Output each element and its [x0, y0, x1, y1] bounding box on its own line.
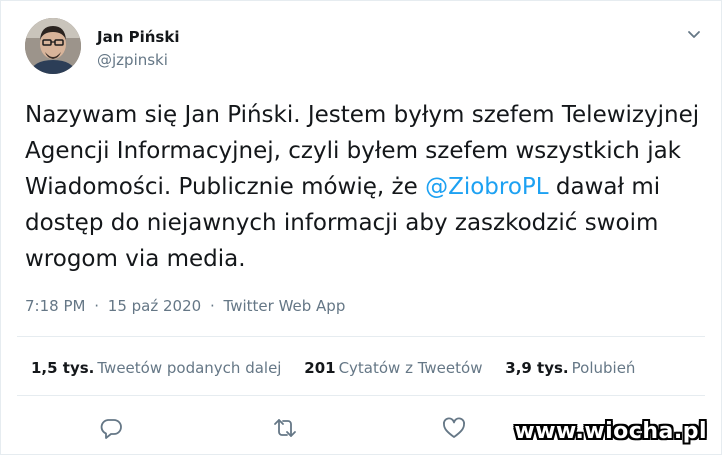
tweet-text: Nazywam się Jan Piński. Jestem byłym sze… — [25, 97, 701, 277]
retweet-icon[interactable] — [272, 415, 298, 441]
meta-separator: · — [94, 297, 100, 315]
retweets-label: Tweetów podanych dalej — [97, 359, 282, 377]
retweets-stat[interactable]: 1,5 tys. Tweetów podanych dalej — [31, 359, 281, 377]
heart-icon[interactable] — [441, 415, 467, 441]
tweet-meta: 7:18 PM · 15 paź 2020 · Twitter Web App — [25, 297, 349, 315]
tweet-time[interactable]: 7:18 PM — [25, 297, 85, 315]
mention-link[interactable]: @ZiobroPL — [425, 174, 549, 200]
author-name[interactable]: Jan Piński — [97, 28, 179, 46]
meta-separator: · — [209, 297, 215, 315]
retweets-count: 1,5 tys. — [31, 359, 95, 377]
tweet-stats: 1,5 tys. Tweetów podanych dalej 201 Cytató… — [31, 359, 653, 377]
chevron-down-icon[interactable] — [685, 25, 703, 43]
quotes-label: Cytatów z Tweetów — [338, 359, 483, 377]
tweet-card: Jan Piński @jzpinski Nazywam się Jan Piń… — [0, 0, 722, 455]
quotes-count: 201 — [304, 359, 336, 377]
tweet-date[interactable]: 15 paź 2020 — [108, 297, 201, 315]
likes-label: Polubień — [571, 359, 636, 377]
author-handle[interactable]: @jzpinski — [97, 51, 168, 69]
watermark-logo: www.wiocha.pl — [514, 419, 707, 444]
likes-count: 3,9 tys. — [505, 359, 569, 377]
tweet-source[interactable]: Twitter Web App — [224, 297, 346, 315]
quotes-stat[interactable]: 201 Cytatów z Tweetów — [304, 359, 482, 377]
avatar[interactable] — [25, 18, 81, 74]
likes-stat[interactable]: 3,9 tys. Polubień — [505, 359, 635, 377]
reply-icon[interactable] — [98, 415, 124, 441]
divider — [17, 336, 705, 337]
divider — [17, 395, 705, 396]
